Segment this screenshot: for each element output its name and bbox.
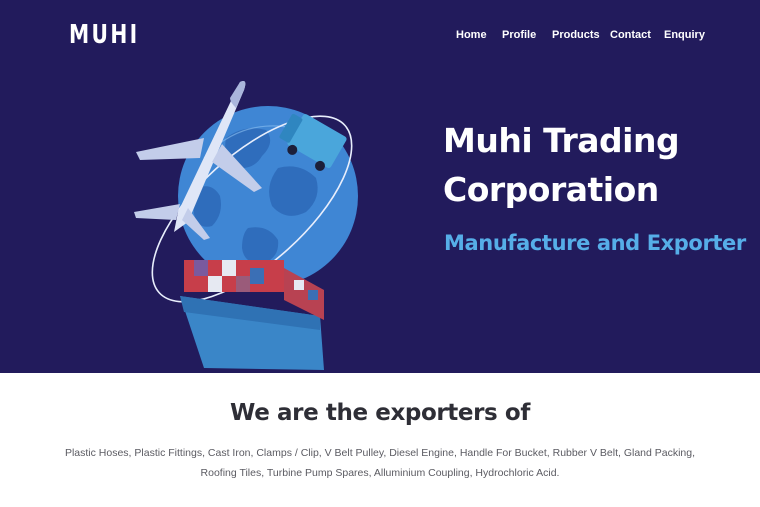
- globe-logistics-illustration: [134, 81, 358, 370]
- hero-title-line1: Muhi Trading: [443, 121, 680, 160]
- nav-item-products[interactable]: Products: [552, 29, 600, 41]
- nav-item-profile[interactable]: Profile: [502, 29, 536, 41]
- nav-item-enquiry[interactable]: Enquiry: [664, 29, 705, 41]
- products-list-text: Plastic Hoses, Plastic Fittings, Cast Ir…: [64, 447, 696, 479]
- nav-item-contact[interactable]: Contact: [610, 29, 651, 41]
- hero-title: Muhi Trading Corporation: [443, 116, 743, 214]
- hero-title-line2: Corporation: [443, 170, 659, 209]
- section-title: We are the exporters of: [230, 400, 530, 426]
- hero-banner: MUHI Home Profile Products Contact Enqui…: [0, 0, 760, 373]
- exporters-section: We are the exporters of Plastic Hoses, P…: [0, 373, 760, 507]
- nav-item-home[interactable]: Home: [456, 29, 487, 41]
- main-nav: Home Profile Products Contact Enquiry: [0, 29, 760, 45]
- hero-subtitle: Manufacture and Exporter: [444, 231, 746, 255]
